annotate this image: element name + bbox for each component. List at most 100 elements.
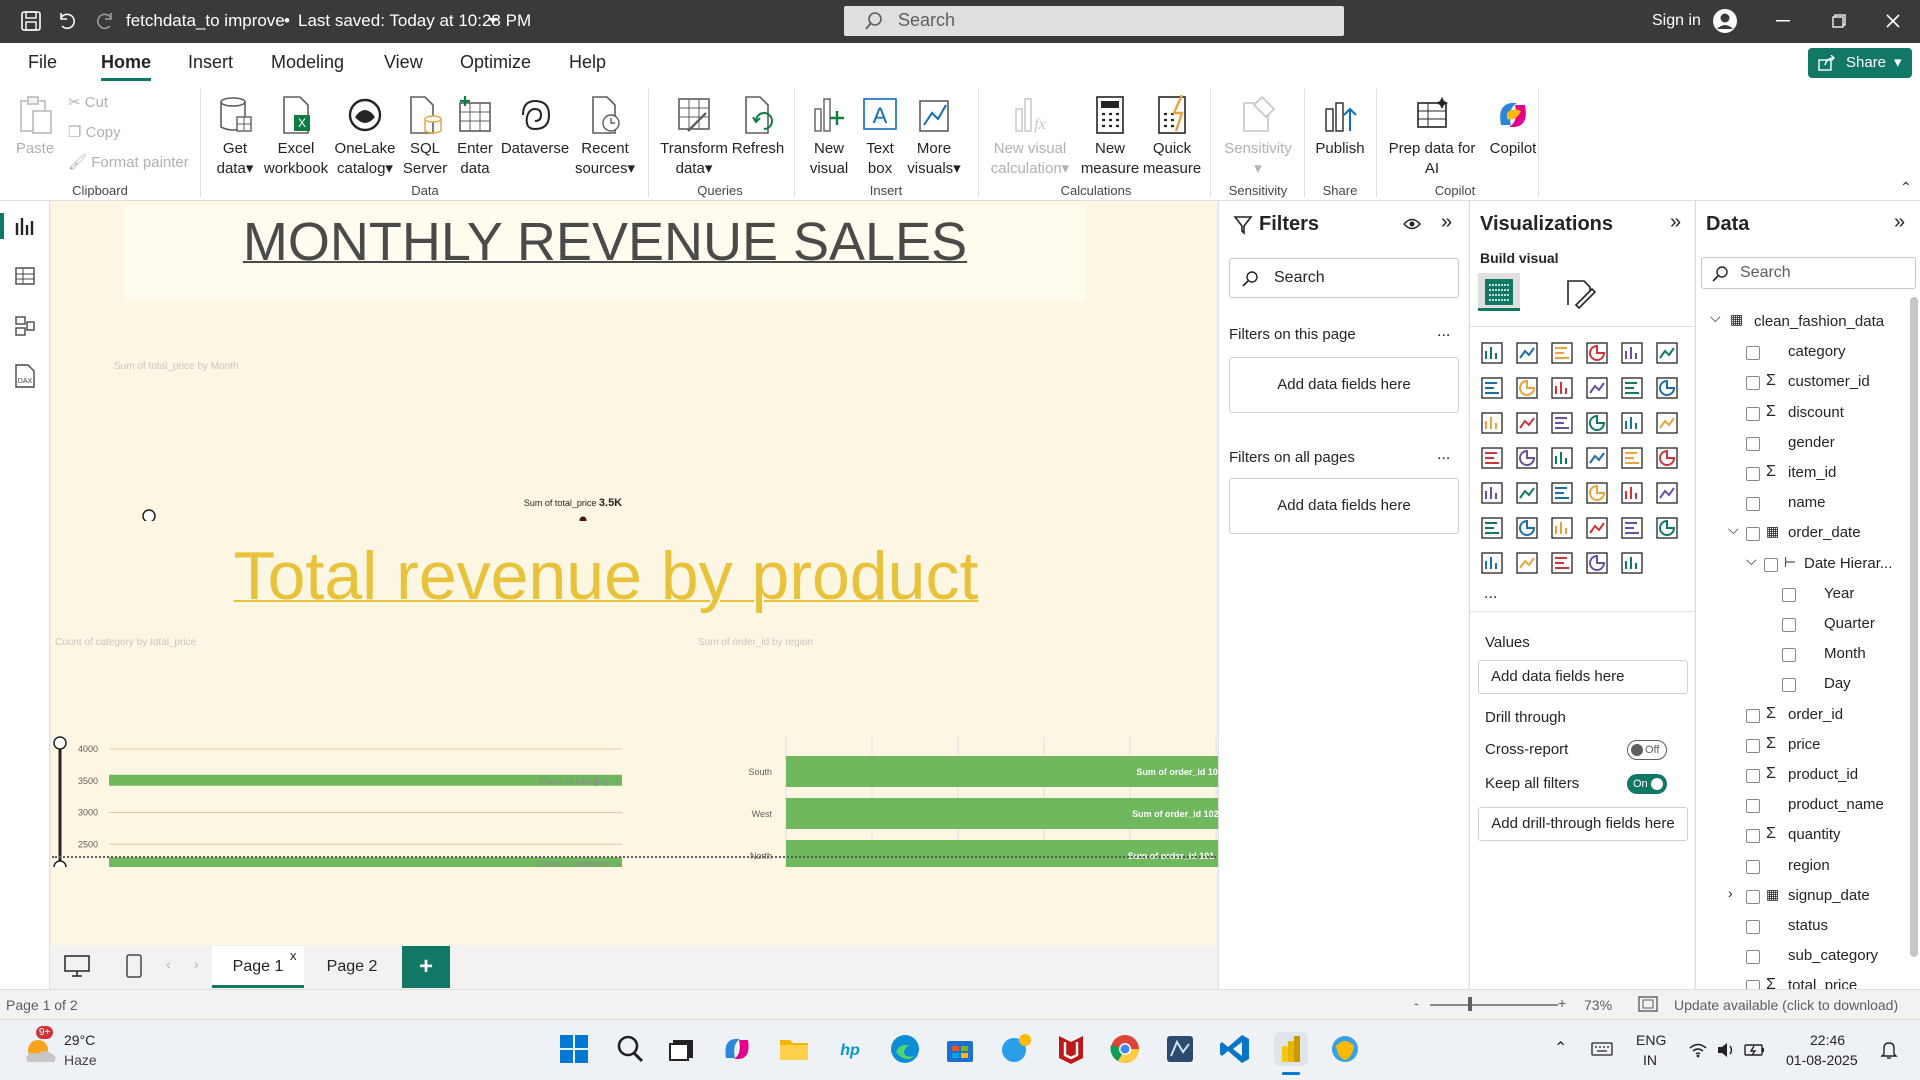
- zoom-slider-thumb[interactable]: [1468, 997, 1472, 1011]
- field-customer-id[interactable]: customer_id: [1788, 373, 1870, 390]
- chrome-icon[interactable]: [1108, 1032, 1142, 1066]
- visual-type-icon[interactable]: [1585, 516, 1609, 540]
- dax-query-view-icon[interactable]: DAX: [12, 363, 38, 389]
- save-icon[interactable]: [20, 10, 42, 32]
- collapse-filters-icon[interactable]: »: [1441, 211, 1452, 234]
- visual-type-icon[interactable]: [1550, 446, 1574, 470]
- field-checkbox[interactable]: [1746, 980, 1760, 989]
- copy-button[interactable]: ❐ Copy: [68, 123, 121, 141]
- visual-type-icon[interactable]: [1515, 376, 1539, 400]
- maximize-icon[interactable]: [1832, 14, 1846, 28]
- get-data-button[interactable]: Get data▾: [210, 95, 260, 179]
- publish-button[interactable]: Publish: [1312, 95, 1368, 159]
- visual-type-icon[interactable]: [1480, 481, 1504, 505]
- all-pages-filters-drop-zone[interactable]: Add data fields here: [1229, 478, 1459, 534]
- visual-type-icon[interactable]: [1585, 481, 1609, 505]
- dataverse-button[interactable]: Dataverse: [500, 95, 570, 159]
- task-view-icon[interactable]: [665, 1032, 699, 1066]
- next-page-icon[interactable]: ›: [194, 956, 199, 972]
- visual-type-icon[interactable]: [1585, 551, 1609, 575]
- minimize-icon[interactable]: [1776, 20, 1790, 22]
- page-tab-2[interactable]: Page 2: [306, 946, 398, 988]
- visual-type-icon[interactable]: [1585, 376, 1609, 400]
- collapse-ribbon-icon[interactable]: ⌃: [1900, 179, 1912, 196]
- visual-type-icon[interactable]: [1480, 411, 1504, 435]
- visual-type-icon[interactable]: [1550, 411, 1574, 435]
- signup-date-expand-icon[interactable]: ›: [1728, 885, 1733, 901]
- data-search[interactable]: Search: [1701, 257, 1916, 289]
- refresh-button[interactable]: Refresh: [730, 95, 786, 159]
- visual-type-icon[interactable]: [1515, 411, 1539, 435]
- tab-view[interactable]: View: [384, 52, 423, 73]
- format-visual-icon[interactable]: [1564, 277, 1596, 309]
- excel-workbook-button[interactable]: X Excel workbook: [262, 95, 330, 179]
- visual-type-icon[interactable]: [1655, 376, 1679, 400]
- tab-help[interactable]: Help: [569, 52, 606, 73]
- field-checkbox[interactable]: [1746, 497, 1760, 512]
- values-drop-zone[interactable]: Add data fields here: [1478, 660, 1688, 694]
- field-sub-category[interactable]: sub_category: [1788, 947, 1878, 964]
- field-checkbox[interactable]: [1782, 587, 1796, 602]
- new-visual-button[interactable]: New visual: [804, 95, 854, 179]
- field-checkbox[interactable]: [1764, 557, 1778, 572]
- power-bi-icon[interactable]: [1274, 1032, 1308, 1066]
- visual-type-icon[interactable]: [1620, 341, 1644, 365]
- visual-type-icon[interactable]: [1655, 446, 1679, 470]
- field-checkbox[interactable]: [1746, 738, 1760, 753]
- desktop-layout-icon[interactable]: [64, 955, 90, 977]
- edge-icon[interactable]: [888, 1032, 922, 1066]
- build-visual-tab[interactable]: [1478, 273, 1520, 311]
- field-checkbox[interactable]: [1746, 376, 1760, 391]
- recent-sources-button[interactable]: Recent sources▾: [570, 95, 640, 179]
- windows-start-icon[interactable]: [557, 1032, 591, 1066]
- hierarchy-level-quarter[interactable]: Quarter: [1824, 615, 1875, 632]
- visual-type-icon[interactable]: [1480, 516, 1504, 540]
- region-bar-chart-visual[interactable]: Sum of order_id by region 020406080100So…: [692, 637, 1252, 867]
- area-chart-visual[interactable]: Sum of total_price by Month 2K3KSum of t…: [114, 361, 1114, 521]
- visual-type-icon[interactable]: [1585, 341, 1609, 365]
- field-checkbox[interactable]: [1782, 618, 1796, 632]
- visual-type-icon[interactable]: [1550, 481, 1574, 505]
- field-checkbox[interactable]: [1746, 708, 1760, 723]
- field-checkbox[interactable]: [1782, 648, 1796, 663]
- category-bar-chart-visual[interactable]: Count of category by total_price 4000 350…: [52, 637, 632, 867]
- field-total-price[interactable]: total_price: [1788, 977, 1857, 989]
- sensitivity-button[interactable]: Sensitivity ▾: [1218, 95, 1298, 179]
- hierarchy-level-month[interactable]: Month: [1824, 645, 1866, 662]
- battery-icon[interactable]: [1744, 1042, 1766, 1058]
- add-page-button[interactable]: +: [402, 946, 450, 988]
- visual-type-icon[interactable]: [1620, 481, 1644, 505]
- update-available-link[interactable]: Update available (click to download): [1674, 997, 1898, 1013]
- undo-icon[interactable]: [56, 10, 78, 32]
- table-view-icon[interactable]: [14, 265, 36, 287]
- visual-type-icon[interactable]: [1585, 446, 1609, 470]
- field-item-id[interactable]: item_id: [1788, 464, 1836, 481]
- table-name[interactable]: clean_fashion_data: [1754, 313, 1884, 330]
- data-scrollbar[interactable]: [1910, 297, 1918, 957]
- tab-file[interactable]: File: [28, 52, 57, 73]
- report-canvas[interactable]: MONTHLY REVENUE SALES Sum of total_price…: [52, 201, 1229, 945]
- field-checkbox[interactable]: [1746, 527, 1760, 542]
- date-hierarchy[interactable]: Date Hierar...: [1804, 555, 1892, 572]
- table-expand-icon[interactable]: ⌵: [1710, 309, 1721, 326]
- visual-type-icon[interactable]: [1480, 376, 1504, 400]
- field-quantity[interactable]: quantity: [1788, 826, 1841, 843]
- copilot-button[interactable]: Copilot: [1480, 95, 1546, 159]
- visual-type-icon[interactable]: [1480, 341, 1504, 365]
- visual-type-icon[interactable]: [1655, 341, 1679, 365]
- mobile-layout-icon[interactable]: [126, 954, 142, 978]
- prev-page-icon[interactable]: ‹: [166, 956, 171, 972]
- model-view-icon[interactable]: [14, 315, 36, 337]
- tab-modeling[interactable]: Modeling: [271, 52, 344, 73]
- more-visuals-icon[interactable]: ...: [1484, 585, 1497, 603]
- filters-search[interactable]: Search: [1229, 258, 1459, 298]
- language-code[interactable]: ENG: [1636, 1032, 1666, 1048]
- eye-icon[interactable]: [1403, 217, 1421, 231]
- field-discount[interactable]: discount: [1788, 404, 1844, 421]
- file-explorer-icon[interactable]: [777, 1032, 811, 1066]
- tab-insert[interactable]: Insert: [188, 52, 233, 73]
- store-icon[interactable]: [943, 1032, 977, 1066]
- language-region[interactable]: IN: [1643, 1052, 1657, 1068]
- title-textbox[interactable]: MONTHLY REVENUE SALES: [124, 205, 1086, 301]
- drill-through-drop-zone[interactable]: Add drill-through fields here: [1478, 807, 1688, 841]
